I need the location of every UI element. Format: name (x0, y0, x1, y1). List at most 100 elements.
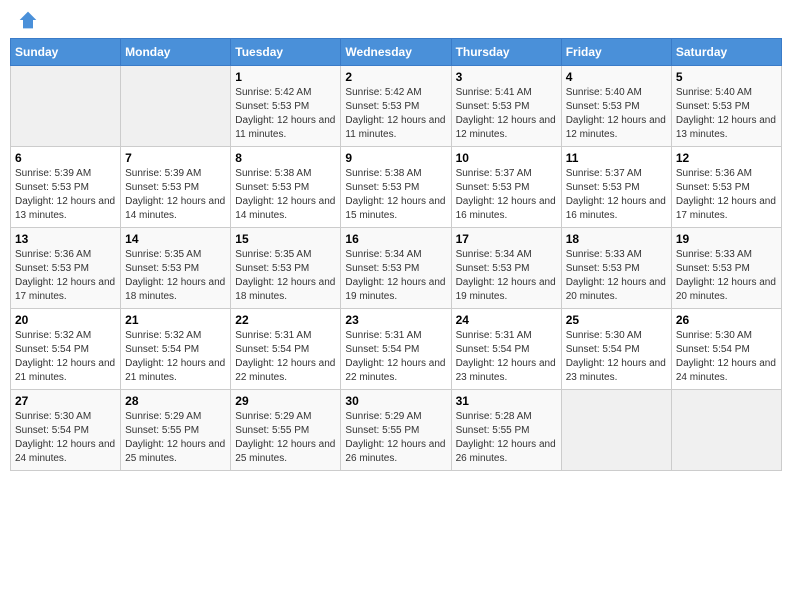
calendar-cell: 29 Sunrise: 5:29 AM Sunset: 5:55 PM Dayli… (231, 390, 341, 471)
day-info: Sunrise: 5:38 AM Sunset: 5:53 PM Dayligh… (345, 167, 446, 223)
calendar-cell: 8 Sunrise: 5:38 AM Sunset: 5:53 PM Daylig… (231, 147, 341, 228)
calendar-cell: 6 Sunrise: 5:39 AM Sunset: 5:53 PM Daylig… (11, 147, 121, 228)
calendar-week-row: 13 Sunrise: 5:36 AM Sunset: 5:53 PM Dayli… (11, 228, 782, 309)
calendar-cell: 21Sunrise: 5:32 AM Sunset: 5:54 PM Dayli… (121, 309, 231, 390)
day-number: 30 (345, 394, 446, 408)
calendar-cell: 14Sunrise: 5:35 AM Sunset: 5:53 PM Dayli… (121, 228, 231, 309)
weekday-header-saturday: Saturday (671, 39, 781, 66)
day-number: 3 (456, 70, 557, 84)
day-number: 1 (235, 70, 336, 84)
logo (14, 10, 38, 30)
day-number: 8 (235, 151, 336, 165)
calendar-cell: 10 Sunrise: 5:37 AM Sunset: 5:53 PM Dayli… (451, 147, 561, 228)
day-info: Sunrise: 5:36 AM Sunset: 5:53 PM Dayligh… (15, 248, 116, 304)
calendar-cell: 23 Sunrise: 5:31 AM Sunset: 5:54 PM Dayli… (341, 309, 451, 390)
calendar-cell: 24 Sunrise: 5:31 AM Sunset: 5:54 PM Dayli… (451, 309, 561, 390)
day-number: 31 (456, 394, 557, 408)
calendar-cell (121, 66, 231, 147)
day-info: Sunrise: 5:30 AM Sunset: 5:54 PM Dayligh… (566, 329, 667, 385)
day-info: Sunrise: 5:39 AM Sunset: 5:53 PM Dayligh… (15, 167, 116, 223)
day-number: 15 (235, 232, 336, 246)
calendar-cell: 18 Sunrise: 5:33 AM Sunset: 5:53 PM Dayli… (561, 228, 671, 309)
day-number: 18 (566, 232, 667, 246)
day-number: 14 (125, 232, 226, 246)
day-number: 5 (676, 70, 777, 84)
day-info: Sunrise: 5:40 AM Sunset: 5:53 PM Dayligh… (676, 86, 777, 142)
calendar-week-row: 27 Sunrise: 5:30 AM Sunset: 5:54 PM Dayli… (11, 390, 782, 471)
day-number: 2 (345, 70, 446, 84)
day-number: 23 (345, 313, 446, 327)
logo-icon (18, 10, 38, 30)
calendar-cell: 12 Sunrise: 5:36 AM Sunset: 5:53 PM Dayli… (671, 147, 781, 228)
calendar-cell: 30 Sunrise: 5:29 AM Sunset: 5:55 PM Dayli… (341, 390, 451, 471)
day-number: 28 (125, 394, 226, 408)
day-number: 20 (15, 313, 116, 327)
day-info: Sunrise: 5:31 AM Sunset: 5:54 PM Dayligh… (345, 329, 446, 385)
day-info: Sunrise: 5:42 AM Sunset: 5:53 PM Dayligh… (235, 86, 336, 142)
calendar-cell: 4 Sunrise: 5:40 AM Sunset: 5:53 PM Daylig… (561, 66, 671, 147)
calendar-cell: 17 Sunrise: 5:34 AM Sunset: 5:53 PM Dayli… (451, 228, 561, 309)
calendar-cell (671, 390, 781, 471)
calendar-header-row: SundayMondayTuesdayWednesdayThursdayFrid… (11, 39, 782, 66)
calendar-cell: 19Sunrise: 5:33 AM Sunset: 5:53 PM Dayli… (671, 228, 781, 309)
day-info: Sunrise: 5:32 AM Sunset: 5:54 PM Dayligh… (125, 329, 226, 385)
calendar-cell: 31 Sunrise: 5:28 AM Sunset: 5:55 PM Dayli… (451, 390, 561, 471)
day-info: Sunrise: 5:38 AM Sunset: 5:53 PM Dayligh… (235, 167, 336, 223)
day-info: Sunrise: 5:33 AM Sunset: 5:53 PM Dayligh… (676, 248, 777, 304)
day-info: Sunrise: 5:35 AM Sunset: 5:53 PM Dayligh… (235, 248, 336, 304)
calendar-cell (561, 390, 671, 471)
calendar-cell: 13 Sunrise: 5:36 AM Sunset: 5:53 PM Dayli… (11, 228, 121, 309)
day-number: 25 (566, 313, 667, 327)
day-info: Sunrise: 5:31 AM Sunset: 5:54 PM Dayligh… (456, 329, 557, 385)
day-info: Sunrise: 5:30 AM Sunset: 5:54 PM Dayligh… (676, 329, 777, 385)
day-number: 4 (566, 70, 667, 84)
calendar-cell: 20Sunrise: 5:32 AM Sunset: 5:54 PM Dayli… (11, 309, 121, 390)
day-number: 10 (456, 151, 557, 165)
day-info: Sunrise: 5:40 AM Sunset: 5:53 PM Dayligh… (566, 86, 667, 142)
day-number: 16 (345, 232, 446, 246)
day-info: Sunrise: 5:29 AM Sunset: 5:55 PM Dayligh… (345, 410, 446, 466)
calendar-week-row: 1 Sunrise: 5:42 AM Sunset: 5:53 PM Daylig… (11, 66, 782, 147)
calendar-cell: 9 Sunrise: 5:38 AM Sunset: 5:53 PM Daylig… (341, 147, 451, 228)
calendar-week-row: 6 Sunrise: 5:39 AM Sunset: 5:53 PM Daylig… (11, 147, 782, 228)
day-number: 13 (15, 232, 116, 246)
calendar-cell: 3 Sunrise: 5:41 AM Sunset: 5:53 PM Daylig… (451, 66, 561, 147)
calendar-cell: 28Sunrise: 5:29 AM Sunset: 5:55 PM Dayli… (121, 390, 231, 471)
day-info: Sunrise: 5:30 AM Sunset: 5:54 PM Dayligh… (15, 410, 116, 466)
day-info: Sunrise: 5:28 AM Sunset: 5:55 PM Dayligh… (456, 410, 557, 466)
weekday-header-sunday: Sunday (11, 39, 121, 66)
calendar-cell: 15 Sunrise: 5:35 AM Sunset: 5:53 PM Dayli… (231, 228, 341, 309)
day-number: 9 (345, 151, 446, 165)
day-number: 29 (235, 394, 336, 408)
day-info: Sunrise: 5:37 AM Sunset: 5:53 PM Dayligh… (566, 167, 667, 223)
day-number: 12 (676, 151, 777, 165)
day-number: 26 (676, 313, 777, 327)
day-number: 17 (456, 232, 557, 246)
calendar-cell: 22 Sunrise: 5:31 AM Sunset: 5:54 PM Dayli… (231, 309, 341, 390)
weekday-header-wednesday: Wednesday (341, 39, 451, 66)
day-info: Sunrise: 5:41 AM Sunset: 5:53 PM Dayligh… (456, 86, 557, 142)
calendar-week-row: 20 Sunrise: 5:32 AM Sunset: 5:54 PM Dayli… (11, 309, 782, 390)
day-number: 27 (15, 394, 116, 408)
calendar-cell (11, 66, 121, 147)
day-info: Sunrise: 5:34 AM Sunset: 5:53 PM Dayligh… (345, 248, 446, 304)
day-info: Sunrise: 5:34 AM Sunset: 5:53 PM Dayligh… (456, 248, 557, 304)
day-info: Sunrise: 5:33 AM Sunset: 5:53 PM Dayligh… (566, 248, 667, 304)
day-info: Sunrise: 5:29 AM Sunset: 5:55 PM Dayligh… (235, 410, 336, 466)
day-number: 7 (125, 151, 226, 165)
day-info: Sunrise: 5:37 AM Sunset: 5:53 PM Dayligh… (456, 167, 557, 223)
weekday-header-tuesday: Tuesday (231, 39, 341, 66)
calendar-cell: 16 Sunrise: 5:34 AM Sunset: 5:53 PM Dayli… (341, 228, 451, 309)
day-info: Sunrise: 5:36 AM Sunset: 5:53 PM Dayligh… (676, 167, 777, 223)
calendar-cell: 11Sunrise: 5:37 AM Sunset: 5:53 PM Dayli… (561, 147, 671, 228)
calendar-cell: 2Sunrise: 5:42 AM Sunset: 5:53 PM Daylig… (341, 66, 451, 147)
calendar-cell: 27 Sunrise: 5:30 AM Sunset: 5:54 PM Dayli… (11, 390, 121, 471)
calendar-cell: 5 Sunrise: 5:40 AM Sunset: 5:53 PM Daylig… (671, 66, 781, 147)
calendar-cell: 1 Sunrise: 5:42 AM Sunset: 5:53 PM Daylig… (231, 66, 341, 147)
day-number: 22 (235, 313, 336, 327)
day-number: 6 (15, 151, 116, 165)
weekday-header-monday: Monday (121, 39, 231, 66)
day-info: Sunrise: 5:31 AM Sunset: 5:54 PM Dayligh… (235, 329, 336, 385)
day-number: 24 (456, 313, 557, 327)
calendar-table: SundayMondayTuesdayWednesdayThursdayFrid… (10, 38, 782, 471)
